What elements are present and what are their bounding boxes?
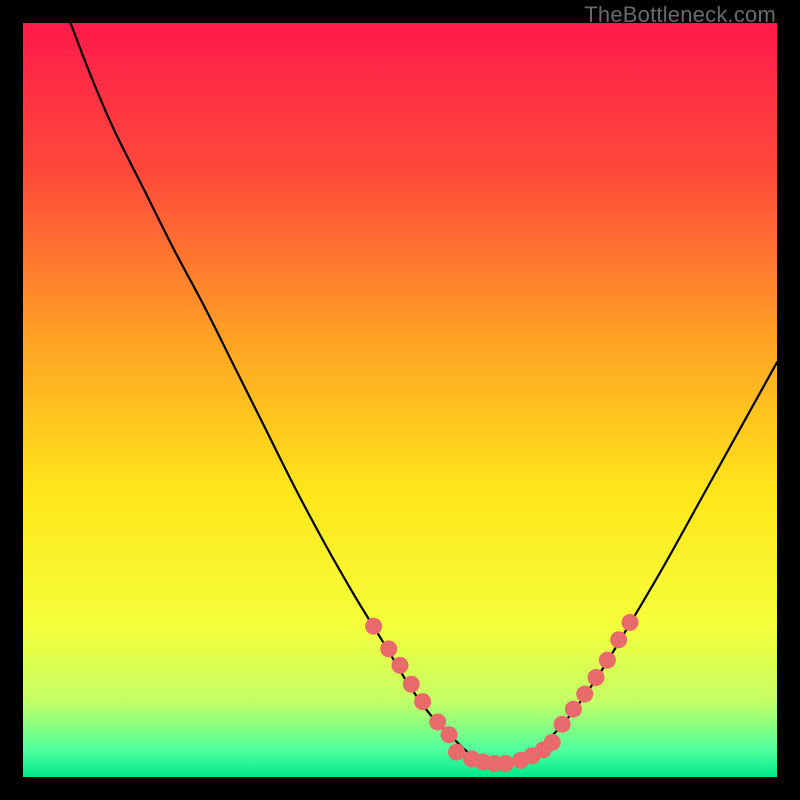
data-point xyxy=(544,734,561,751)
data-point xyxy=(497,755,514,772)
data-point xyxy=(576,686,593,703)
data-point xyxy=(392,657,409,674)
chart-frame xyxy=(23,23,777,777)
data-point xyxy=(403,676,420,693)
data-point xyxy=(441,726,458,743)
data-point xyxy=(610,631,627,648)
data-point xyxy=(599,652,616,669)
data-point xyxy=(448,744,465,761)
data-point xyxy=(554,716,571,733)
data-point xyxy=(588,669,605,686)
data-point xyxy=(380,640,397,657)
data-point xyxy=(414,693,431,710)
data-point xyxy=(365,618,382,635)
bottleneck-curve-chart xyxy=(23,23,777,777)
data-point xyxy=(565,701,582,718)
data-point xyxy=(429,713,446,730)
watermark-text: TheBottleneck.com xyxy=(584,2,776,28)
data-point xyxy=(621,614,638,631)
